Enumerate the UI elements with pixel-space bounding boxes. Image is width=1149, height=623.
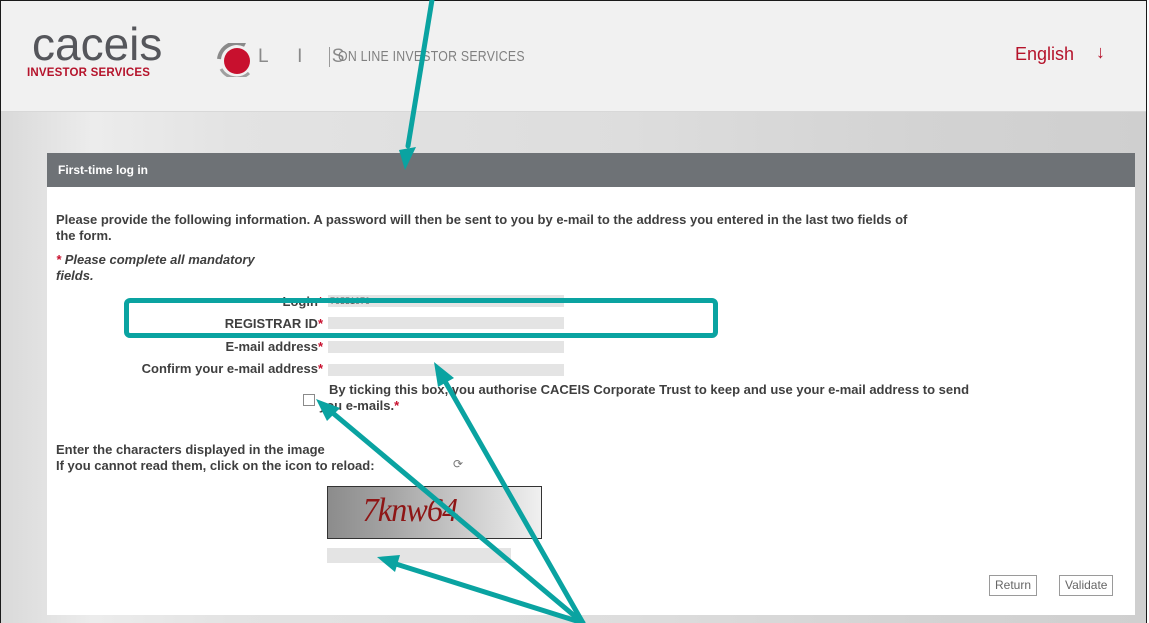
captcha-input[interactable]	[327, 548, 511, 563]
olis-logo-icon	[217, 43, 251, 77]
consent-text-line1: By ticking this box, you authorise CACEI…	[329, 382, 970, 397]
browser-frame: caceis INVESTOR SERVICES L I S ON LINE I…	[0, 0, 1147, 623]
header-divider	[329, 47, 330, 67]
mandatory-note-text: Please complete all mandatory	[64, 252, 255, 267]
mandatory-note-line1: * Please complete all mandatory	[56, 252, 255, 268]
confirm-email-field[interactable]	[328, 364, 564, 376]
panel-header: First-time log in	[47, 153, 1135, 187]
intro-text-line2: the form.	[56, 228, 112, 243]
panel-title: First-time log in	[58, 163, 148, 177]
language-dropdown-arrow-icon[interactable]: ↓	[1096, 42, 1105, 63]
olis-tagline: ON LINE INVESTOR SERVICES	[338, 48, 525, 65]
login-label: Login*	[282, 294, 323, 309]
login-field[interactable]	[328, 295, 564, 307]
language-selector[interactable]: English	[1015, 44, 1074, 65]
captcha-image: 7knw64	[327, 486, 542, 539]
mandatory-note-line2: fields.	[56, 268, 94, 283]
email-field[interactable]	[328, 341, 564, 353]
captcha-instruction-line1: Enter the characters displayed in the im…	[56, 442, 325, 457]
validate-button[interactable]: Validate	[1059, 575, 1114, 596]
captcha-instruction-line2: If you cannot read them, click on the ic…	[56, 458, 375, 473]
consent-checkbox[interactable]	[303, 394, 315, 406]
registrar-id-label: REGISTRAR ID*	[224, 316, 323, 331]
consent-text-line2: you e-mails.*	[319, 398, 400, 413]
caceis-logo: caceis	[32, 18, 163, 70]
intro-text-line1: Please provide the following information…	[56, 212, 908, 227]
required-star: *	[56, 252, 62, 267]
caceis-logo-subtitle: INVESTOR SERVICES	[27, 67, 151, 79]
site-header: caceis INVESTOR SERVICES L I S ON LINE I…	[1, 1, 1146, 112]
captcha-characters: 7knw64	[362, 492, 458, 529]
email-label: E-mail address*	[225, 339, 323, 354]
reload-captcha-icon[interactable]: ⟳	[453, 457, 463, 471]
registrar-id-field[interactable]	[328, 317, 564, 329]
return-button[interactable]: Return	[989, 575, 1038, 596]
confirm-email-label: Confirm your e-mail address*	[141, 361, 323, 376]
